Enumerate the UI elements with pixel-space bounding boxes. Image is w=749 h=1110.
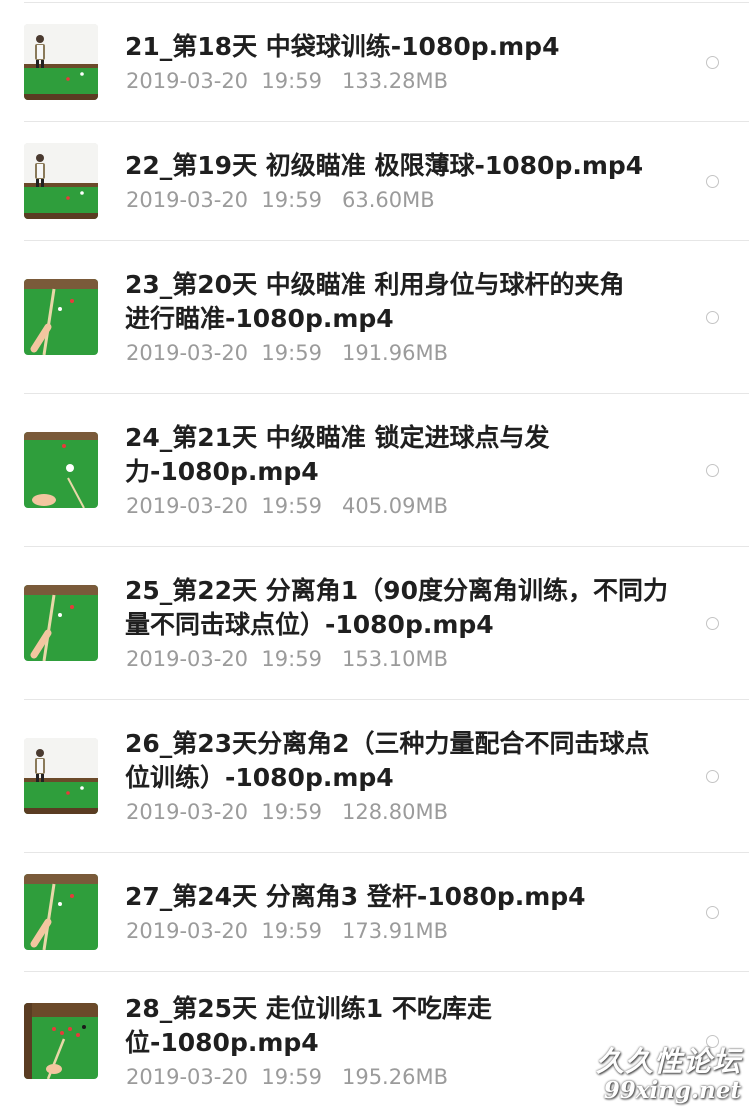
snooker-table-reds-icon[interactable]: [24, 1003, 98, 1079]
file-row[interactable]: 25_第22天 分离角1（90度分离角训练，不同力 量不同击球点位）-1080p.…: [0, 546, 749, 699]
file-date: 2019-03-20: [126, 341, 249, 365]
file-time: 19:59: [261, 69, 322, 93]
file-size: 133.28MB: [341, 69, 448, 93]
row-divider: [24, 852, 749, 853]
file-name-line: 24_第21天 中级瞄准 锁定进球点与发: [125, 423, 550, 452]
file-date: 2019-03-20: [126, 494, 249, 518]
snooker-cue-aiming-icon[interactable]: [24, 279, 98, 355]
select-radio[interactable]: [706, 56, 719, 69]
file-name-line: 21_第18天 中袋球训练-1080p.mp4: [125, 32, 560, 61]
file-date: 2019-03-20: [126, 800, 249, 824]
file-date: 2019-03-20: [126, 1065, 249, 1089]
file-row[interactable]: 22_第19天 初级瞄准 极限薄球-1080p.mp4 2019-03-20 19…: [0, 121, 749, 240]
select-radio[interactable]: [706, 617, 719, 630]
file-size: 173.91MB: [341, 919, 448, 943]
snooker-cue-aiming-icon[interactable]: [24, 874, 98, 950]
file-name: 24_第21天 中级瞄准 锁定进球点与发 力-1080p.mp4: [125, 421, 685, 489]
file-row[interactable]: 27_第24天 分离角3 登杆-1080p.mp4 2019-03-20 19:5…: [0, 852, 749, 971]
file-name-line: 27_第24天 分离角3 登杆-1080p.mp4: [125, 882, 586, 911]
file-meta: 2019-03-20 19:59 191.96MB: [126, 340, 448, 366]
file-date: 2019-03-20: [126, 919, 249, 943]
file-time: 19:59: [261, 188, 322, 212]
file-time: 19:59: [261, 1065, 322, 1089]
file-row[interactable]: 24_第21天 中级瞄准 锁定进球点与发 力-1080p.mp4 2019-03-2…: [0, 393, 749, 546]
snooker-player-standing-icon[interactable]: [24, 143, 98, 219]
file-date: 2019-03-20: [126, 188, 249, 212]
select-radio[interactable]: [706, 906, 719, 919]
file-time: 19:59: [261, 919, 322, 943]
file-date: 2019-03-20: [126, 647, 249, 671]
file-size: 195.26MB: [341, 1065, 448, 1089]
file-name-line: 28_第25天 走位训练1 不吃库走: [125, 994, 492, 1023]
file-meta: 2019-03-20 19:59 153.10MB: [126, 646, 448, 672]
file-row[interactable]: 23_第20天 中级瞄准 利用身位与球杆的夹角 进行瞄准-1080p.mp4 201…: [0, 240, 749, 393]
snooker-hand-bridge-icon[interactable]: [24, 432, 98, 508]
file-name: 27_第24天 分离角3 登杆-1080p.mp4: [125, 880, 685, 914]
file-size: 128.80MB: [341, 800, 448, 824]
file-name-line: 力-1080p.mp4: [125, 457, 319, 486]
select-radio[interactable]: [706, 175, 719, 188]
file-time: 19:59: [261, 494, 322, 518]
row-divider: [24, 699, 749, 700]
row-divider: [24, 2, 749, 3]
file-size: 153.10MB: [341, 647, 448, 671]
file-meta: 2019-03-20 19:59 133.28MB: [126, 68, 448, 94]
file-time: 19:59: [261, 341, 322, 365]
file-name: 23_第20天 中级瞄准 利用身位与球杆的夹角 进行瞄准-1080p.mp4: [125, 268, 685, 336]
file-name-line: 22_第19天 初级瞄准 极限薄球-1080p.mp4: [125, 151, 644, 180]
file-size: 405.09MB: [341, 494, 448, 518]
row-divider: [24, 546, 749, 547]
watermark-line2: 99xing.net: [603, 1077, 741, 1104]
watermark-line1: 久久性论坛: [595, 1045, 741, 1078]
file-name-line: 26_第23天分离角2（三种力量配合不同击球点: [125, 729, 650, 758]
row-divider: [24, 971, 749, 972]
file-name-line: 量不同击球点位）-1080p.mp4: [125, 610, 494, 639]
snooker-player-standing-icon[interactable]: [24, 24, 98, 100]
select-radio[interactable]: [706, 464, 719, 477]
row-divider: [24, 393, 749, 394]
snooker-player-standing-icon[interactable]: [24, 738, 98, 814]
file-name: 21_第18天 中袋球训练-1080p.mp4: [125, 30, 685, 64]
file-row[interactable]: 21_第18天 中袋球训练-1080p.mp4 2019-03-20 19:59 …: [0, 2, 749, 121]
watermark: 久久性论坛 99xing.net: [596, 1046, 741, 1104]
file-meta: 2019-03-20 19:59 405.09MB: [126, 493, 448, 519]
file-meta: 2019-03-20 19:59 63.60MB: [126, 187, 435, 213]
file-time: 19:59: [261, 647, 322, 671]
file-name-line: 进行瞄准-1080p.mp4: [125, 304, 394, 333]
file-size: 63.60MB: [341, 188, 435, 212]
file-size: 191.96MB: [341, 341, 448, 365]
file-meta: 2019-03-20 19:59 173.91MB: [126, 918, 448, 944]
file-meta: 2019-03-20 19:59 128.80MB: [126, 799, 448, 825]
file-name-line: 25_第22天 分离角1（90度分离角训练，不同力: [125, 576, 668, 605]
file-meta: 2019-03-20 19:59 195.26MB: [126, 1064, 448, 1090]
file-name: 25_第22天 分离角1（90度分离角训练，不同力 量不同击球点位）-1080p.…: [125, 574, 685, 642]
file-row[interactable]: 26_第23天分离角2（三种力量配合不同击球点 位训练）-1080p.mp4 201…: [0, 699, 749, 852]
file-name-line: 位训练）-1080p.mp4: [125, 763, 394, 792]
file-name: 26_第23天分离角2（三种力量配合不同击球点 位训练）-1080p.mp4: [125, 727, 685, 795]
file-name-line: 23_第20天 中级瞄准 利用身位与球杆的夹角: [125, 270, 625, 299]
row-divider: [24, 121, 749, 122]
snooker-cue-aiming-icon[interactable]: [24, 585, 98, 661]
file-name: 22_第19天 初级瞄准 极限薄球-1080p.mp4: [125, 149, 685, 183]
select-radio[interactable]: [706, 311, 719, 324]
file-time: 19:59: [261, 800, 322, 824]
select-radio[interactable]: [706, 770, 719, 783]
row-divider: [24, 240, 749, 241]
file-date: 2019-03-20: [126, 69, 249, 93]
